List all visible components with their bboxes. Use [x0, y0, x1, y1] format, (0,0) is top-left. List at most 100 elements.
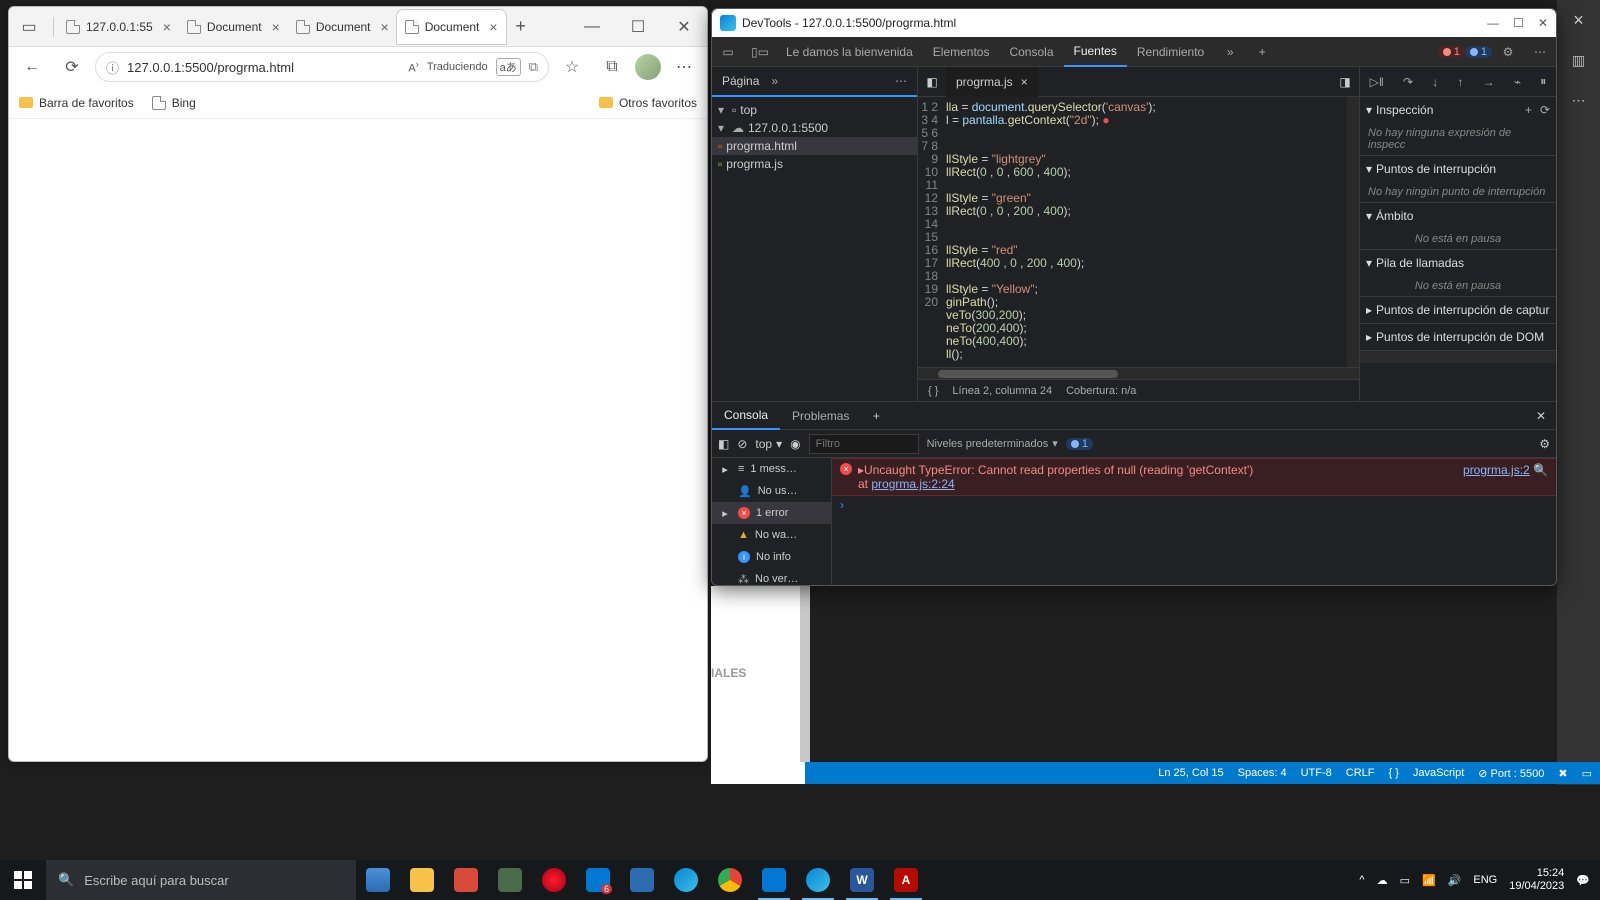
- sidebar-verbose[interactable]: ⁂No ver…: [712, 568, 831, 585]
- error-source-link[interactable]: progrma.js:2: [1463, 463, 1530, 477]
- close-icon[interactable]: ×: [1021, 75, 1028, 89]
- tray-notifications-icon[interactable]: 💬: [1576, 874, 1590, 887]
- section-header[interactable]: ▾ Puntos de interrupción: [1360, 156, 1556, 182]
- refresh-button[interactable]: ⟳: [55, 50, 89, 84]
- drawer-tab-problems[interactable]: Problemas: [780, 402, 861, 430]
- app-store[interactable]: [620, 860, 664, 900]
- refresh-icon[interactable]: ⟳: [1540, 103, 1550, 117]
- section-header[interactable]: ▾ Inspección+⟳: [1360, 97, 1556, 123]
- devtools-titlebar[interactable]: DevTools - 127.0.0.1:5500/progrma.html —…: [712, 9, 1556, 37]
- profile-avatar[interactable]: [635, 54, 661, 80]
- close-drawer-icon[interactable]: ✕: [1526, 409, 1556, 423]
- status-braces-icon[interactable]: { }: [1389, 767, 1399, 779]
- tab-welcome[interactable]: Le damos la bienvenida: [776, 37, 923, 67]
- add-tab-icon[interactable]: +: [1246, 45, 1278, 59]
- issues-badge[interactable]: 1: [1465, 46, 1492, 58]
- status-language[interactable]: JavaScript: [1413, 767, 1464, 779]
- collections-icon[interactable]: ⧉: [595, 50, 629, 84]
- status-spaces[interactable]: Spaces: 4: [1238, 767, 1287, 779]
- navigator-tab-page[interactable]: Página » ⋯: [712, 67, 917, 97]
- filter-input[interactable]: [809, 434, 919, 454]
- console-error-entry[interactable]: × ▸Uncaught TypeError: Cannot read prope…: [832, 458, 1556, 496]
- sidebar-info[interactable]: iNo info: [712, 546, 831, 568]
- tray-language[interactable]: ENG: [1473, 874, 1497, 886]
- deactivate-bp-icon[interactable]: ⌁: [1514, 75, 1521, 89]
- tray-overflow-icon[interactable]: ^: [1359, 874, 1364, 886]
- error-stack-link[interactable]: progrma.js:2:24: [871, 477, 954, 491]
- close-icon[interactable]: ×: [381, 19, 389, 35]
- sidebar-user[interactable]: 👤No us…: [712, 480, 831, 502]
- tab-sources[interactable]: Fuentes: [1064, 37, 1127, 67]
- tray-battery-icon[interactable]: ▭: [1400, 874, 1410, 887]
- more-icon[interactable]: ⋯: [1557, 80, 1600, 120]
- new-tab-button[interactable]: +: [506, 12, 536, 42]
- taskbar-search[interactable]: 🔍Escribe aquí para buscar: [46, 860, 356, 900]
- address-bar[interactable]: ⓘ 127.0.0.1:5500/progrma.html A› Traduci…: [95, 52, 549, 82]
- menu-icon[interactable]: ⋯: [667, 50, 701, 84]
- tree-top[interactable]: ▾▫top: [712, 101, 917, 119]
- issues-badge[interactable]: 1: [1066, 438, 1093, 450]
- drawer-tab-console[interactable]: Consola: [712, 402, 780, 430]
- tray-clock[interactable]: 15:24 19/04/2023: [1509, 867, 1564, 893]
- step-out-icon[interactable]: ↑: [1457, 75, 1463, 89]
- browser-tab-2[interactable]: Document×: [179, 10, 288, 44]
- close-icon[interactable]: ×: [272, 19, 280, 35]
- console-settings-icon[interactable]: ⚙: [1539, 437, 1550, 451]
- close-icon[interactable]: ×: [1557, 0, 1600, 40]
- app-opera[interactable]: [532, 860, 576, 900]
- reader-icon[interactable]: ⧉: [529, 59, 538, 75]
- kebab-icon[interactable]: ⋯: [1524, 45, 1556, 59]
- more-tabs-icon[interactable]: »: [771, 74, 778, 88]
- app-edge[interactable]: [664, 860, 708, 900]
- browser-tab-4-active[interactable]: Document×: [397, 10, 506, 44]
- app-taskview[interactable]: [356, 860, 400, 900]
- inspect-element-icon[interactable]: ▭: [712, 45, 744, 59]
- app-vscode[interactable]: [752, 860, 796, 900]
- back-button[interactable]: ←: [15, 50, 49, 84]
- pretty-print-icon[interactable]: { }: [928, 385, 938, 397]
- section-header[interactable]: ▸ Puntos de interrupción de captur: [1360, 297, 1556, 323]
- settings-icon[interactable]: ⚙: [1492, 45, 1524, 59]
- minimize-button[interactable]: —: [569, 8, 615, 46]
- app-notepadpp[interactable]: [488, 860, 532, 900]
- add-icon[interactable]: +: [1525, 103, 1532, 117]
- toggle-debugger-icon[interactable]: ◨: [1331, 75, 1359, 89]
- section-header[interactable]: ▾ Pila de llamadas: [1360, 250, 1556, 276]
- status-eol[interactable]: CRLF: [1346, 767, 1375, 779]
- section-header[interactable]: ▸ Puntos de interrupción de DOM: [1360, 324, 1556, 350]
- app-sketchup[interactable]: [444, 860, 488, 900]
- tray-volume-icon[interactable]: 🔊: [1448, 874, 1462, 887]
- app-word[interactable]: W: [840, 860, 884, 900]
- close-icon[interactable]: ×: [489, 19, 497, 35]
- source-file-tab[interactable]: progrma.js×: [946, 67, 1038, 97]
- pause-exceptions-icon[interactable]: ⏸: [1540, 74, 1546, 89]
- close-icon[interactable]: ×: [163, 19, 171, 35]
- status-prettier-icon[interactable]: ✖: [1558, 767, 1567, 780]
- tray-onedrive-icon[interactable]: ☁: [1377, 874, 1388, 887]
- add-tab-icon[interactable]: +: [861, 409, 891, 423]
- status-bell-icon[interactable]: ▭: [1582, 767, 1592, 780]
- horizontal-scrollbar[interactable]: [918, 367, 1359, 379]
- bing-bookmark[interactable]: Bing: [152, 96, 196, 110]
- section-header[interactable]: ▾ Ámbito: [1360, 203, 1556, 229]
- maximize-button[interactable]: ☐: [615, 8, 661, 46]
- other-favorites[interactable]: Otros favoritos: [599, 96, 697, 110]
- browser-tab-1[interactable]: 127.0.0.1:55×: [58, 10, 179, 44]
- more-tabs-icon[interactable]: »: [1214, 45, 1246, 59]
- tree-file-html[interactable]: ▫progrma.html: [712, 137, 917, 155]
- error-badge[interactable]: 1: [1438, 46, 1465, 58]
- tree-host[interactable]: ▾☁127.0.0.1:5500: [712, 119, 917, 137]
- kebab-icon[interactable]: ⋯: [895, 74, 907, 88]
- sidebar-errors[interactable]: ▸×1 error: [712, 502, 831, 524]
- scroll-thumb[interactable]: [938, 370, 1118, 378]
- status-encoding[interactable]: UTF-8: [1301, 767, 1332, 779]
- maximize-button[interactable]: ☐: [1513, 16, 1524, 30]
- app-acrobat[interactable]: A: [884, 860, 928, 900]
- log-levels-dropdown[interactable]: Niveles predeterminados ▾: [927, 437, 1058, 450]
- clear-console-icon[interactable]: ⊘: [737, 437, 747, 451]
- code-editor[interactable]: 1 2 3 4 5 6 7 8 9 10 11 12 13 14 15 16 1…: [918, 97, 1359, 367]
- close-button[interactable]: ✕: [661, 8, 707, 46]
- step-icon[interactable]: →: [1483, 75, 1495, 89]
- site-info-icon[interactable]: ⓘ: [106, 58, 119, 77]
- tab-performance[interactable]: Rendimiento: [1127, 37, 1214, 67]
